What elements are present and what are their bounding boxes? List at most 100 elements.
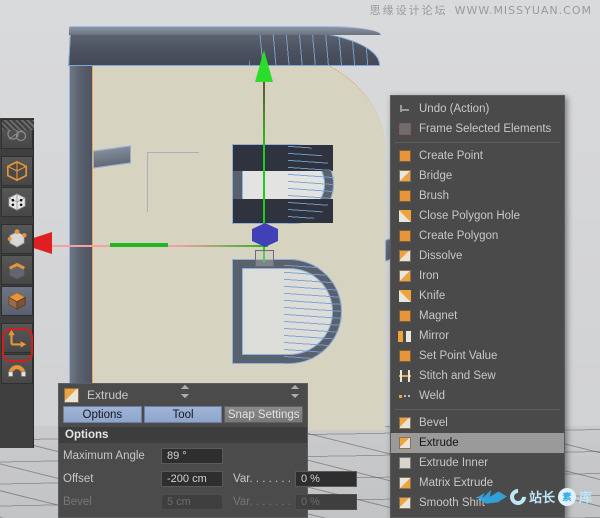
extrude-icon: [64, 388, 79, 403]
weld-icon: [397, 389, 412, 404]
sidebar-item-magnet-mode[interactable]: [1, 354, 33, 384]
toolbar-group-top: [0, 118, 33, 151]
smooth-shift-icon: [397, 496, 412, 511]
letter-counter-upper: [233, 145, 333, 223]
menu-item-label: Magnet: [419, 306, 457, 326]
tab-tool[interactable]: Tool: [144, 406, 223, 423]
counter-upper-shadow-top: [233, 145, 333, 171]
sidebar-item-polygons-mode[interactable]: [1, 286, 33, 316]
bevel-variation-label: Var. . . . . . . .: [233, 496, 295, 508]
watermark-top: 思缘设计论坛 WWW.MISSYUAN.COM: [370, 2, 592, 18]
menu-item-knife[interactable]: Knife: [391, 286, 564, 306]
menu-item-label: Close Polygon Hole: [419, 206, 520, 226]
letter-front-face: [75, 50, 385, 430]
menu-item-label: Dissolve: [419, 246, 462, 266]
letter-top-edge: [69, 26, 381, 35]
menu-item-dissolve[interactable]: Dissolve: [391, 246, 564, 266]
iron-icon: [397, 269, 412, 284]
bevel-variation-stepper[interactable]: [291, 385, 299, 398]
bevel-stepper[interactable]: [181, 385, 189, 398]
left-toolbar: [0, 118, 34, 448]
cinema4d-window: 思缘设计论坛 WWW.MISSYUAN.COM: [0, 0, 600, 518]
menu-item-mirror[interactable]: Mirror: [391, 326, 564, 346]
offset-variation-label: Var. . . . . . . .: [233, 473, 295, 485]
menu-item-create-point[interactable]: Create Point: [391, 146, 564, 166]
offset-variation-input[interactable]: 0 %: [295, 471, 357, 487]
menu-item-label: Frame Selected Elements: [419, 119, 551, 139]
maximum-angle-input[interactable]: 89 °: [161, 448, 223, 464]
watermark-bottom-tail: 库: [579, 487, 592, 506]
menu-item-brush[interactable]: Brush: [391, 186, 564, 206]
flame-icon: [477, 488, 507, 506]
tab-snap-settings[interactable]: Snap Settings: [224, 406, 303, 423]
knife-icon: [397, 289, 412, 304]
bevel-input[interactable]: 5 cm: [161, 494, 223, 510]
menu-item-label: Bevel: [419, 413, 448, 433]
menu-item-bevel[interactable]: Bevel: [391, 413, 564, 433]
watermark-bottom-badge: 素: [558, 488, 576, 506]
sidebar-item-texture-mode[interactable]: [1, 187, 33, 217]
cube-points-icon: [6, 228, 28, 250]
extrude-icon: [397, 436, 412, 451]
undo-icon: [397, 102, 412, 117]
menu-item-weld[interactable]: Weld: [391, 386, 564, 406]
menu-item-label: Undo (Action): [419, 99, 489, 119]
menu-item-label: Create Polygon: [419, 226, 498, 246]
toolbar-group-components: [0, 223, 33, 318]
axis-icon: [6, 327, 28, 349]
menu-item-label: Brush: [419, 186, 449, 206]
menu-item-label: Extrude: [419, 433, 459, 453]
tab-options[interactable]: Options: [63, 406, 142, 423]
letter-b-model[interactable]: [55, 22, 400, 442]
offset-input[interactable]: -200 cm: [161, 471, 223, 487]
menu-item-undo[interactable]: Undo (Action): [391, 99, 564, 119]
bevel-variation-input[interactable]: 0 %: [295, 494, 357, 510]
menu-item-set-point-value[interactable]: Set Point Value: [391, 346, 564, 366]
letter-top-bevel: [68, 30, 382, 66]
options-section-header: Options: [59, 427, 307, 443]
menu-item-label: Smooth Shift: [419, 493, 485, 513]
c-logo-icon: [507, 485, 530, 508]
context-menu[interactable]: Undo (Action) Frame Selected Elements Cr…: [390, 95, 565, 518]
watermark-top-cn: 思缘设计论坛: [370, 4, 448, 17]
watermark-top-url: WWW.MISSYUAN.COM: [455, 4, 592, 17]
extrude-dialog[interactable]: Extrude Options Tool Snap Settings Optio…: [58, 383, 308, 518]
sidebar-item-render-view[interactable]: [1, 119, 33, 149]
toolbar-group-modes: [0, 155, 33, 219]
menu-item-bridge[interactable]: Bridge: [391, 166, 564, 186]
set-point-value-icon: [397, 349, 412, 364]
field-row-maximum-angle: Maximum Angle 89 °: [59, 446, 307, 466]
magnet-icon: [6, 358, 28, 380]
watermark-bottom-text: 站长: [529, 487, 555, 506]
sidebar-item-edges-mode[interactable]: [1, 255, 33, 285]
sidebar-item-model-mode[interactable]: [1, 156, 33, 186]
create-point-icon: [397, 149, 412, 164]
gizmo-handle-square[interactable]: [255, 250, 274, 267]
toolbar-group-axis: [0, 322, 33, 386]
menu-item-label: Iron: [419, 266, 439, 286]
ghost-edge: [147, 152, 199, 212]
menu-separator-2: [395, 409, 560, 410]
field-row-bevel: Bevel 5 cm Var. . . . . . . . 0 %: [59, 492, 307, 512]
menu-item-create-polygon[interactable]: Create Polygon: [391, 226, 564, 246]
create-polygon-icon: [397, 229, 412, 244]
menu-item-close-polygon-hole[interactable]: Close Polygon Hole: [391, 206, 564, 226]
menu-item-magnet[interactable]: Magnet: [391, 306, 564, 326]
menu-item-label: Set Point Value: [419, 346, 497, 366]
axis-y-arrow[interactable]: [255, 50, 273, 82]
menu-item-stitch-and-sew[interactable]: Stitch and Sew: [391, 366, 564, 386]
sidebar-item-axis-mode[interactable]: [1, 323, 33, 353]
menu-item-label: Bridge: [419, 166, 452, 186]
menu-item-label: Extrude Inner: [419, 453, 488, 473]
menu-item-extrude-inner[interactable]: Extrude Inner: [391, 453, 564, 473]
menu-item-label: Create Point: [419, 146, 483, 166]
counter-upper-shadow-bottom: [233, 199, 333, 223]
matrix-extrude-icon: [397, 476, 412, 491]
menu-item-iron[interactable]: Iron: [391, 266, 564, 286]
menu-item-frame-selected-elements[interactable]: Frame Selected Elements: [391, 119, 564, 139]
menu-item-extrude[interactable]: Extrude: [391, 433, 564, 453]
bridge-icon: [397, 169, 412, 184]
sidebar-item-points-mode[interactable]: [1, 224, 33, 254]
cube-outline-icon: [6, 160, 28, 182]
dialog-title: Extrude: [87, 388, 128, 402]
